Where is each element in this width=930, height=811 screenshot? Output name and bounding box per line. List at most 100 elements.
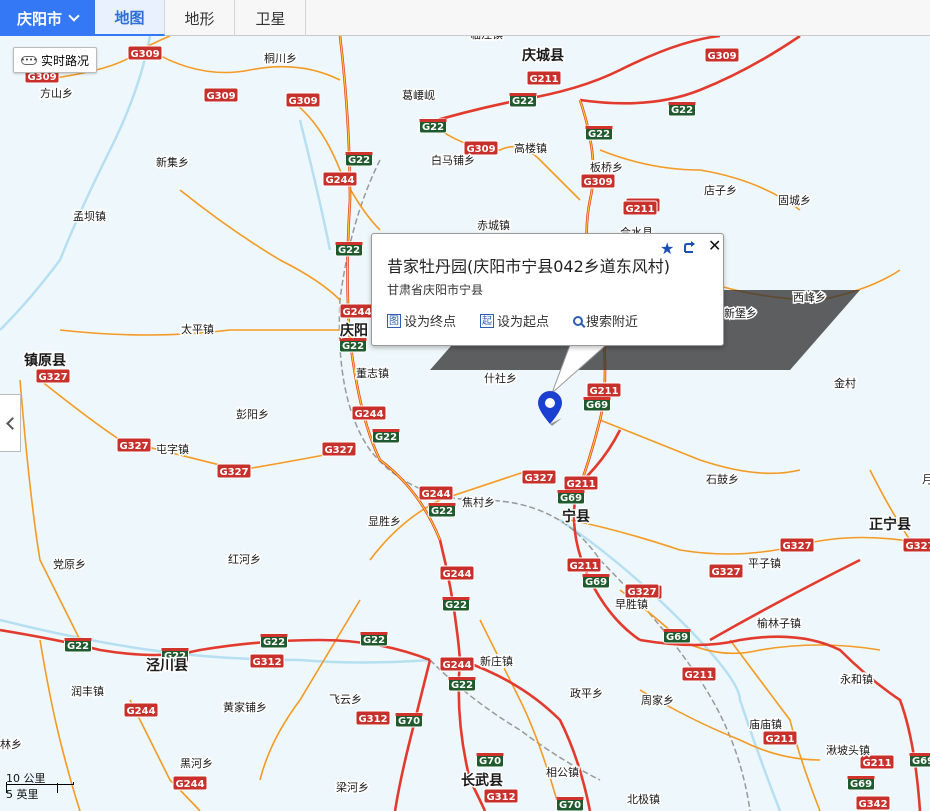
national-road-shield: G244 (351, 405, 387, 421)
svg-text:G244: G244 (442, 660, 471, 671)
place-label: 显胜乡 (368, 514, 401, 528)
svg-text:G22: G22 (67, 641, 89, 652)
svg-text:G22: G22 (363, 635, 385, 646)
svg-text:G327: G327 (38, 372, 67, 383)
place-label: 北极镇 (627, 792, 660, 806)
set-destination-label: 设为终点 (404, 315, 457, 330)
expressway-shield: G69 (583, 396, 611, 412)
svg-text:G211: G211 (862, 758, 891, 769)
svg-text:G22: G22 (342, 341, 364, 352)
place-label: 板桥乡 (590, 160, 623, 174)
national-road-shield: G312 (249, 653, 285, 669)
expressway-shield: G22 (448, 676, 476, 692)
expressway-shield: G22 (668, 101, 696, 117)
close-icon[interactable]: ✕ (708, 236, 721, 255)
share-icon[interactable] (683, 240, 697, 254)
svg-text:G211: G211 (566, 479, 595, 490)
place-label: 赤城镇 (477, 218, 510, 232)
svg-text:G244: G244 (175, 779, 204, 790)
set-destination-button[interactable]: 图 设为终点 (387, 311, 456, 330)
national-road-shield: G211 (566, 557, 602, 573)
svg-text:G22: G22 (588, 129, 610, 140)
place-label: 黑河乡 (180, 757, 213, 770)
place-label: 宁县 (562, 508, 590, 525)
tab-satellite[interactable]: 卫星 (236, 0, 306, 36)
svg-text:G309: G309 (27, 72, 56, 83)
national-road-shield: G327 (321, 441, 357, 457)
expressway-shield: G70 (556, 796, 584, 811)
svg-text:G69: G69 (912, 756, 930, 767)
place-label: 西峰乡 (793, 291, 826, 304)
svg-text:G244: G244 (325, 175, 354, 186)
svg-text:G327: G327 (119, 441, 148, 452)
place-label: 平子镇 (748, 556, 781, 570)
expressway-shield: G22 (419, 118, 447, 134)
place-label: 太平镇 (181, 322, 214, 336)
scale-imperial: 5 英里 (6, 788, 39, 801)
place-label: 润丰镇 (71, 684, 104, 698)
svg-text:G70: G70 (559, 800, 581, 811)
favorite-star-icon[interactable]: ★ (660, 239, 674, 258)
tab-map[interactable]: 地图 (95, 0, 165, 36)
svg-text:G211: G211 (684, 670, 713, 681)
svg-text:G22: G22 (375, 432, 397, 443)
svg-text:G327: G327 (905, 541, 930, 552)
svg-text:G211: G211 (625, 204, 654, 215)
svg-text:G327: G327 (782, 541, 811, 552)
place-label: 红河乡 (228, 553, 261, 566)
place-label: 屯字镇 (156, 442, 189, 456)
popup-address: 甘肃省庆阳市宁县 (387, 283, 484, 297)
place-label: 政平乡 (570, 686, 603, 700)
place-label: 新庄镇 (480, 654, 513, 668)
national-road-shield: G309 (704, 47, 740, 63)
svg-text:G309: G309 (288, 96, 317, 107)
expressway-shield: G22 (442, 596, 470, 612)
national-road-shield: G211 (563, 475, 599, 491)
place-label: 榆林子镇 (757, 616, 801, 630)
traffic-icon: •••• (20, 55, 38, 65)
national-road-shield: G244 (418, 485, 454, 501)
side-panel-toggle[interactable] (0, 394, 21, 452)
national-road-shield: G327 (902, 537, 930, 553)
svg-text:G342: G342 (858, 799, 887, 810)
map-canvas[interactable]: G309 G309 G309 G309 G309 G309 G309 G211 G211 G211… (0, 0, 930, 811)
city-name: 庆阳市 (16, 9, 62, 28)
search-nearby-button[interactable]: 搜索附近 (573, 311, 638, 330)
place-label: 党原乡 (53, 558, 86, 571)
place-label: 镇原县 (24, 352, 66, 369)
national-road-shield: G309 (463, 140, 499, 156)
place-label: 庆阳 (340, 322, 368, 339)
chevron-left-icon (5, 416, 19, 430)
place-label: 庆城县 (522, 47, 564, 64)
expressway-shield: G70 (476, 752, 504, 768)
set-origin-button[interactable]: 起 设为起点 (480, 311, 549, 330)
svg-text:G327: G327 (627, 587, 656, 598)
national-road-shield: G327 (779, 537, 815, 553)
national-road-shield: G309 (127, 45, 163, 61)
national-road-shield: G244 (439, 656, 475, 672)
svg-text:G244: G244 (421, 489, 450, 500)
svg-text:G244: G244 (442, 569, 471, 580)
chevron-down-icon (68, 10, 80, 22)
place-label: 相公镇 (546, 765, 579, 779)
place-label: 长武县 (461, 772, 503, 789)
city-selector[interactable]: 庆阳市 (0, 0, 95, 36)
svg-text:G69: G69 (585, 577, 607, 588)
svg-text:G312: G312 (252, 657, 281, 668)
national-road-shield: G327 (521, 469, 557, 485)
svg-text:G22: G22 (263, 637, 285, 648)
expressway-shield: G69 (847, 775, 875, 791)
svg-text:G22: G22 (338, 245, 360, 256)
traffic-button[interactable]: •••• 实时路况 (13, 47, 97, 73)
national-road-shield: G327 (708, 563, 744, 579)
tab-terrain[interactable]: 地形 (165, 0, 235, 36)
place-label: 董志镇 (356, 366, 389, 380)
origin-icon: 起 (480, 313, 495, 328)
expressway-shield: G22 (428, 502, 456, 518)
top-toolbar: 庆阳市 地图 地形 卫星 (0, 0, 930, 36)
place-label: 孟坝镇 (73, 209, 106, 223)
national-road-shield: G327 (216, 463, 252, 479)
expressway-shield: G69 (582, 573, 610, 589)
svg-text:G327: G327 (324, 445, 353, 456)
place-label: 金村 (834, 376, 856, 390)
